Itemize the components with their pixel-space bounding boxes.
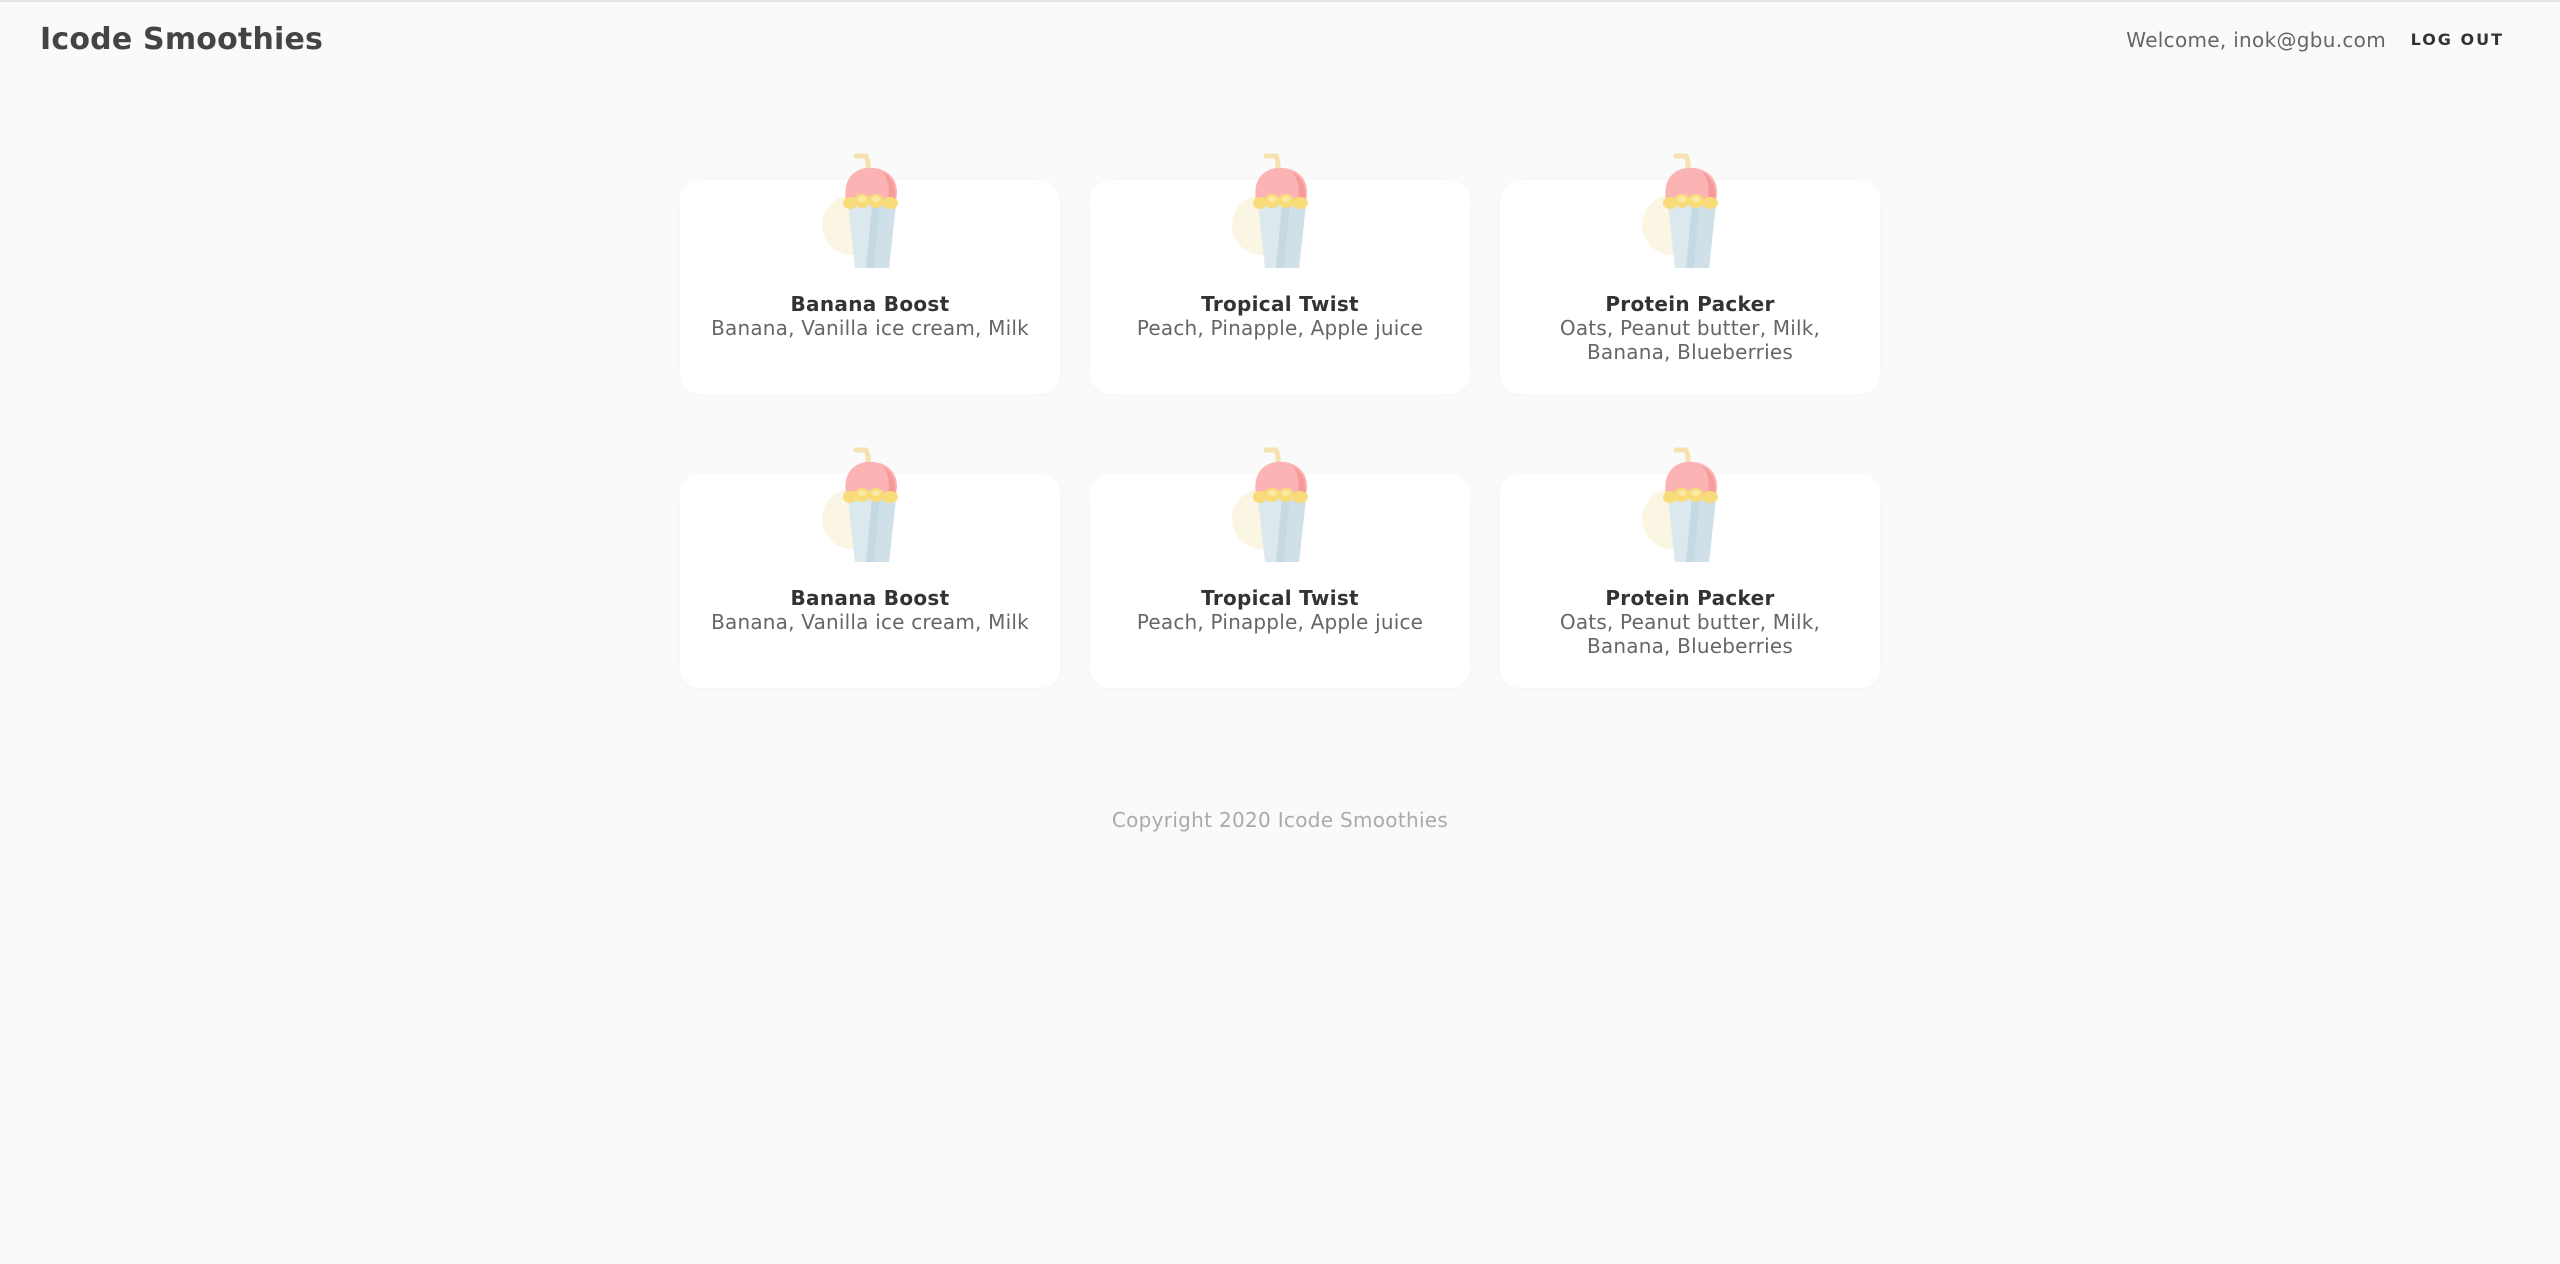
card-ingredients: Banana, Vanilla ice cream, Milk [711, 610, 1029, 634]
smoothie-cup-icon [1642, 153, 1718, 268]
card-title: Protein Packer [1605, 292, 1775, 316]
card-title: Protein Packer [1605, 586, 1775, 610]
smoothie-cup-icon [1642, 447, 1718, 562]
welcome-text: Welcome, inok@gbu.com [2126, 28, 2386, 52]
smoothie-cup-icon [822, 447, 898, 562]
card-title: Tropical Twist [1201, 586, 1359, 610]
smoothie-card[interactable]: Banana Boost Banana, Vanilla ice cream, … [680, 447, 1060, 688]
card-ingredients: Banana, Vanilla ice cream, Milk [711, 316, 1029, 340]
smoothie-grid: Banana Boost Banana, Vanilla ice cream, … [680, 153, 1880, 688]
smoothie-card[interactable]: Banana Boost Banana, Vanilla ice cream, … [680, 153, 1060, 394]
smoothie-card[interactable]: Tropical Twist Peach, Pinapple, Apple ju… [1090, 153, 1470, 394]
card-title: Banana Boost [790, 292, 950, 316]
smoothie-cup-icon [1232, 153, 1308, 268]
smoothie-cup-icon [822, 153, 898, 268]
smoothie-cup-icon [1232, 447, 1308, 562]
footer-copyright: Copyright 2020 Icode Smoothies [1111, 808, 1449, 832]
card-ingredients: Oats, Peanut butter, Milk, Banana, Blueb… [1559, 316, 1821, 364]
card-ingredients: Oats, Peanut butter, Milk, Banana, Blueb… [1559, 610, 1821, 658]
smoothie-card[interactable]: Tropical Twist Peach, Pinapple, Apple ju… [1090, 447, 1470, 688]
card-title: Banana Boost [790, 586, 950, 610]
smoothie-card[interactable]: Protein Packer Oats, Peanut butter, Milk… [1500, 153, 1880, 394]
logout-button[interactable]: LOG OUT [2411, 28, 2504, 51]
app-header: Icode Smoothies Welcome, inok@gbu.com LO… [0, 0, 2560, 84]
brand-title[interactable]: Icode Smoothies [40, 22, 323, 57]
card-ingredients: Peach, Pinapple, Apple juice [1136, 610, 1424, 634]
smoothie-card[interactable]: Protein Packer Oats, Peanut butter, Milk… [1500, 447, 1880, 688]
card-ingredients: Peach, Pinapple, Apple juice [1136, 316, 1424, 340]
card-title: Tropical Twist [1201, 292, 1359, 316]
